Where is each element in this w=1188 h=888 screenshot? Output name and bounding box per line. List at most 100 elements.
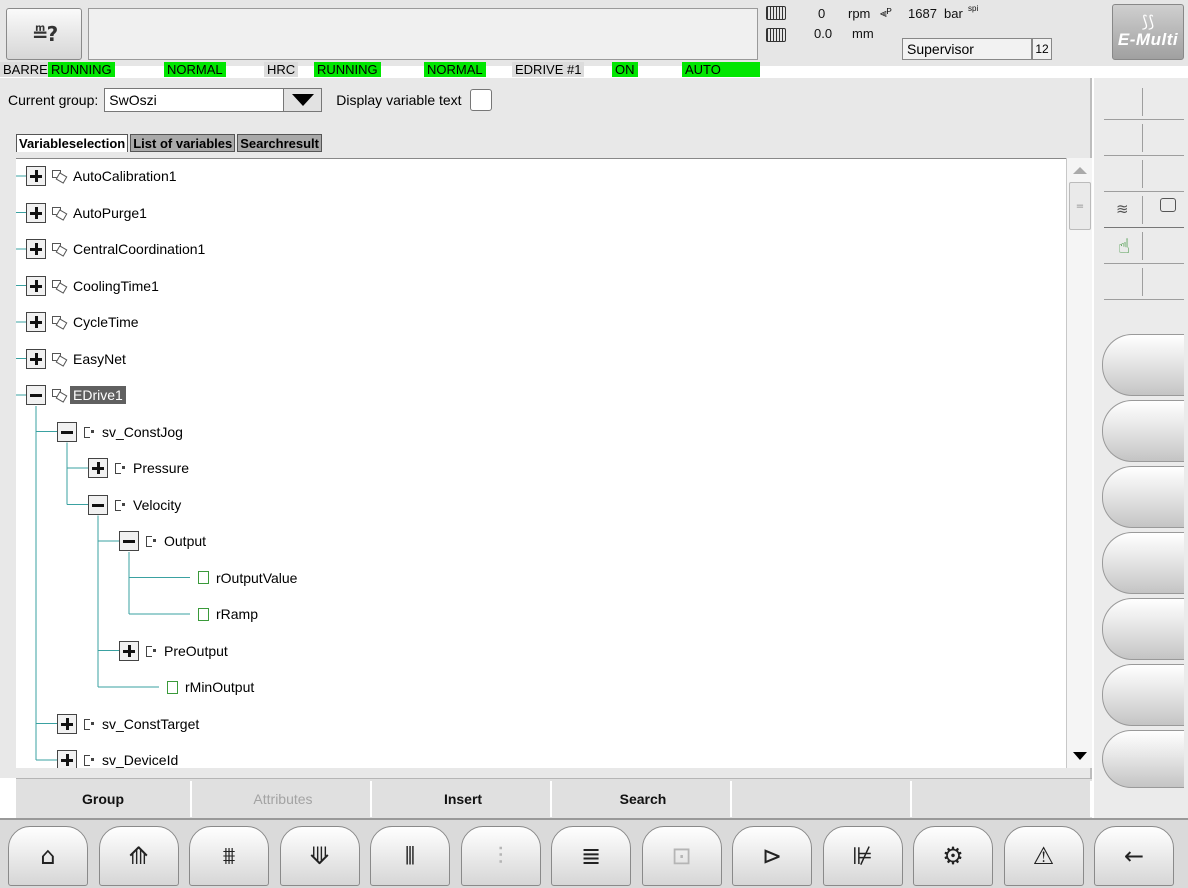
collapse-icon[interactable] [88, 494, 108, 515]
tree-node-autopurge1[interactable]: AutoPurge1 [26, 202, 150, 224]
tree-node-preoutput[interactable]: PreOutput [119, 640, 231, 662]
tree-node-label[interactable]: rMinOutput [182, 678, 257, 696]
tree-node-easynet[interactable]: EasyNet [26, 348, 129, 370]
tree-node-label[interactable]: EDrive1 [70, 386, 126, 404]
side-slot-1[interactable] [1104, 84, 1184, 120]
expand-icon[interactable] [26, 202, 46, 223]
heating-icon[interactable]: ≋ [1116, 200, 1129, 218]
expand-icon[interactable] [26, 166, 46, 186]
injection-button[interactable]: ⩩ [189, 826, 269, 886]
side-slot-6[interactable] [1104, 264, 1184, 300]
side-button-1[interactable] [1102, 334, 1184, 396]
tab-list-of-variables[interactable]: List of variables [130, 134, 236, 152]
collapse-icon[interactable] [26, 385, 46, 405]
expand-icon[interactable] [26, 239, 46, 259]
tab-variableselection[interactable]: Variableselection [16, 134, 129, 152]
tree-node-rramp[interactable]: rRamp [192, 603, 261, 625]
expand-icon[interactable] [26, 348, 46, 369]
variable-tree[interactable]: AutoCalibration1 AutoPurge1 CentralCoordin… [16, 158, 1066, 768]
tree-node-label[interactable]: sv_ConstJog [99, 423, 186, 441]
expand-icon[interactable] [26, 312, 46, 332]
tree-node-edrive1[interactable]: EDrive1 [26, 384, 126, 406]
tree-node-label[interactable]: CycleTime [70, 313, 142, 331]
tree-node-velocity[interactable]: Velocity [88, 494, 184, 516]
tree-node-cycletime[interactable]: CycleTime [26, 311, 142, 333]
tree-node-output[interactable]: Output [119, 530, 209, 552]
user-field[interactable]: Supervisor [902, 38, 1032, 60]
dropdown-arrow-icon[interactable] [283, 89, 322, 111]
expand-icon[interactable] [57, 750, 77, 768]
tree-node-label[interactable]: AutoPurge1 [70, 204, 150, 222]
tree-node-label[interactable]: Velocity [130, 496, 184, 514]
side-button-5[interactable] [1102, 598, 1184, 660]
side-button-4[interactable] [1102, 532, 1184, 594]
side-button-6[interactable] [1102, 664, 1184, 726]
expand-icon[interactable] [26, 275, 46, 296]
robot-button[interactable]: ⊡ [641, 826, 722, 886]
fkey-group[interactable]: Group [16, 781, 192, 817]
header: ≞? 0 rpm 0.0 mm ⫷ᴾ 1687 bar spi Supervis… [0, 0, 1188, 66]
scroll-thumb[interactable]: = [1069, 182, 1091, 230]
home-button[interactable]: ⌂ [8, 826, 88, 886]
settings-button[interactable]: ⚙ [913, 826, 993, 886]
structure-icon [114, 499, 126, 511]
side-button-7[interactable] [1102, 730, 1184, 788]
group-select[interactable]: SwOszi [104, 88, 323, 112]
scroll-down-icon[interactable] [1069, 746, 1091, 766]
alarm-button[interactable]: ⚠ [1003, 826, 1084, 886]
back-button[interactable]: ← [1094, 826, 1174, 886]
monitor-icon[interactable] [1160, 198, 1176, 212]
side-slot-2[interactable] [1104, 120, 1184, 156]
side-slot-4[interactable]: ≋ [1104, 192, 1184, 228]
tree-node-label[interactable]: Output [161, 532, 209, 550]
expand-icon[interactable] [119, 640, 139, 661]
quality-button[interactable]: ⫶ [460, 826, 541, 886]
heating-profile-button[interactable]: ⫴ [370, 826, 450, 886]
tree-node-centralcoordination1[interactable]: CentralCoordination1 [26, 238, 208, 260]
fkey-empty-6[interactable] [916, 781, 1092, 817]
tree-node-sv-constjog[interactable]: sv_ConstJog [57, 421, 186, 443]
scroll-up-icon[interactable] [1069, 160, 1091, 180]
tree-node-pressure[interactable]: Pressure [88, 457, 192, 479]
collapse-icon[interactable] [57, 421, 77, 442]
mold-button[interactable]: ⟰ [98, 826, 179, 886]
side-slot-3[interactable] [1104, 156, 1184, 192]
tree-node-label[interactable]: EasyNet [70, 350, 129, 368]
expand-icon[interactable] [57, 713, 77, 734]
tree-node-label[interactable]: rRamp [213, 605, 261, 623]
fkey-empty-5[interactable] [736, 781, 912, 817]
hand-icon[interactable]: ☝ [1118, 234, 1130, 258]
tree-node-sv-consttarget[interactable]: sv_ConstTarget [57, 713, 202, 735]
tree-node-label[interactable]: PreOutput [161, 642, 231, 660]
display-text-checkbox[interactable] [469, 89, 492, 111]
side-button-3[interactable] [1102, 466, 1184, 528]
group-icon [52, 352, 66, 365]
tree-node-sv-deviceid[interactable]: sv_DeviceId [57, 749, 181, 768]
tree-node-label[interactable]: AutoCalibration1 [70, 167, 180, 185]
fkey-search[interactable]: Search [556, 781, 732, 817]
fkey-attributes[interactable]: Attributes [196, 781, 372, 817]
tree-node-label[interactable]: CoolingTime1 [70, 277, 162, 295]
tab-searchresult[interactable]: Searchresult [237, 134, 322, 152]
side-button-2[interactable] [1102, 400, 1184, 462]
ejector-button[interactable]: ⟱ [279, 826, 360, 886]
expand-icon[interactable] [88, 458, 108, 478]
tree-node-autocalibration1[interactable]: AutoCalibration1 [26, 165, 180, 187]
fkey-insert[interactable]: Insert [376, 781, 552, 817]
help-button[interactable]: ≞? [6, 8, 82, 60]
tree-node-label[interactable]: Pressure [130, 459, 192, 477]
chart-button[interactable]: ⊯ [822, 826, 903, 886]
collapse-icon[interactable] [119, 531, 139, 551]
tree-node-label[interactable]: CentralCoordination1 [70, 240, 208, 258]
side-slot-5[interactable]: ☝ [1104, 228, 1184, 264]
status-normal: NORMAL [424, 62, 486, 77]
tree-node-label[interactable]: rOutputValue [213, 569, 300, 587]
tree-node-rminoutput[interactable]: rMinOutput [161, 676, 257, 698]
tree-node-label[interactable]: sv_ConstTarget [99, 715, 202, 733]
list-button[interactable]: ≣ [551, 826, 631, 886]
tree-node-coolingtime1[interactable]: CoolingTime1 [26, 275, 162, 297]
tree-scrollbar[interactable]: = [1066, 158, 1092, 768]
tree-node-routputvalue[interactable]: rOutputValue [192, 567, 300, 589]
oscilloscope-button[interactable]: ⊳ [732, 826, 812, 886]
tree-node-label[interactable]: sv_DeviceId [99, 751, 181, 768]
